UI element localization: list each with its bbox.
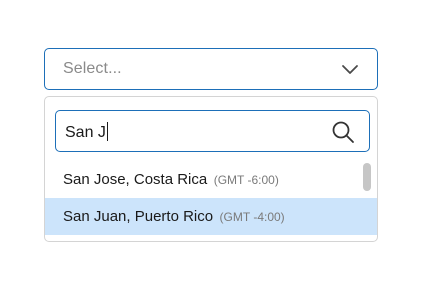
- search-icon[interactable]: [331, 120, 355, 144]
- option-timezone: (GMT -4:00): [219, 210, 285, 224]
- option-name: San Juan, Puerto Rico: [63, 208, 214, 225]
- option-timezone: (GMT -6:00): [213, 173, 279, 187]
- option-san-jose[interactable]: San Jose, Costa Rica (GMT -6:00): [45, 161, 377, 198]
- timezone-select[interactable]: Select...: [44, 48, 378, 90]
- chevron-down-icon[interactable]: [341, 62, 359, 76]
- option-name: San Jose, Costa Rica: [63, 171, 208, 188]
- option-san-juan[interactable]: San Juan, Puerto Rico (GMT -4:00): [45, 198, 377, 235]
- options-list: San Jose, Costa Rica (GMT -6:00) San Jua…: [45, 161, 377, 235]
- search-input-value: San J: [65, 124, 106, 141]
- page: Select... San J San Jose, Costa Rica (GM…: [0, 0, 425, 292]
- text-caret: [106, 122, 108, 141]
- scrollbar-thumb[interactable]: [363, 163, 371, 191]
- select-placeholder: Select...: [63, 60, 122, 77]
- search-input[interactable]: San J: [55, 110, 370, 152]
- dropdown-panel: San J San Jose, Costa Rica (GMT -6:00) S…: [44, 96, 378, 242]
